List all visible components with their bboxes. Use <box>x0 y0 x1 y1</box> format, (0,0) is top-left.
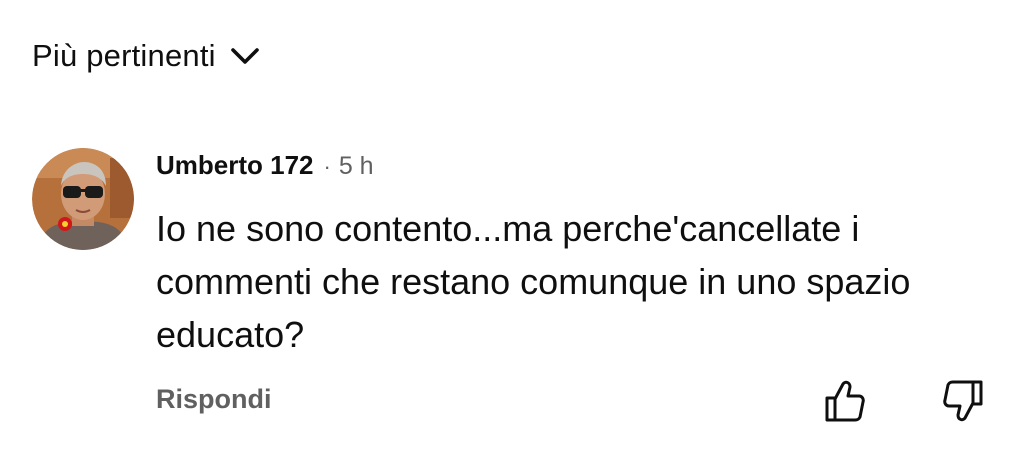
comment-body: Umberto 172 · 5 h Io ne sono contento...… <box>156 148 996 361</box>
reply-button[interactable]: Rispondi <box>156 384 272 415</box>
thumbs-up-icon <box>825 380 865 422</box>
sort-dropdown[interactable]: Più pertinenti <box>32 32 260 80</box>
author-name[interactable]: Umberto 172 <box>156 150 314 181</box>
dislike-button[interactable] <box>941 378 985 424</box>
like-button[interactable] <box>823 378 867 424</box>
comment-meta: Umberto 172 · 5 h <box>156 148 996 190</box>
comment-timestamp[interactable]: 5 h <box>339 152 374 181</box>
comment-actions: Rispondi <box>156 378 992 428</box>
avatar[interactable] <box>32 148 134 250</box>
thumbs-down-icon <box>943 380 983 422</box>
meta-separator: · <box>323 154 331 179</box>
comment-text: Io ne sono contento...ma perche'cancella… <box>156 208 911 355</box>
chevron-down-icon <box>230 46 260 66</box>
sort-label: Più pertinenti <box>32 38 216 73</box>
